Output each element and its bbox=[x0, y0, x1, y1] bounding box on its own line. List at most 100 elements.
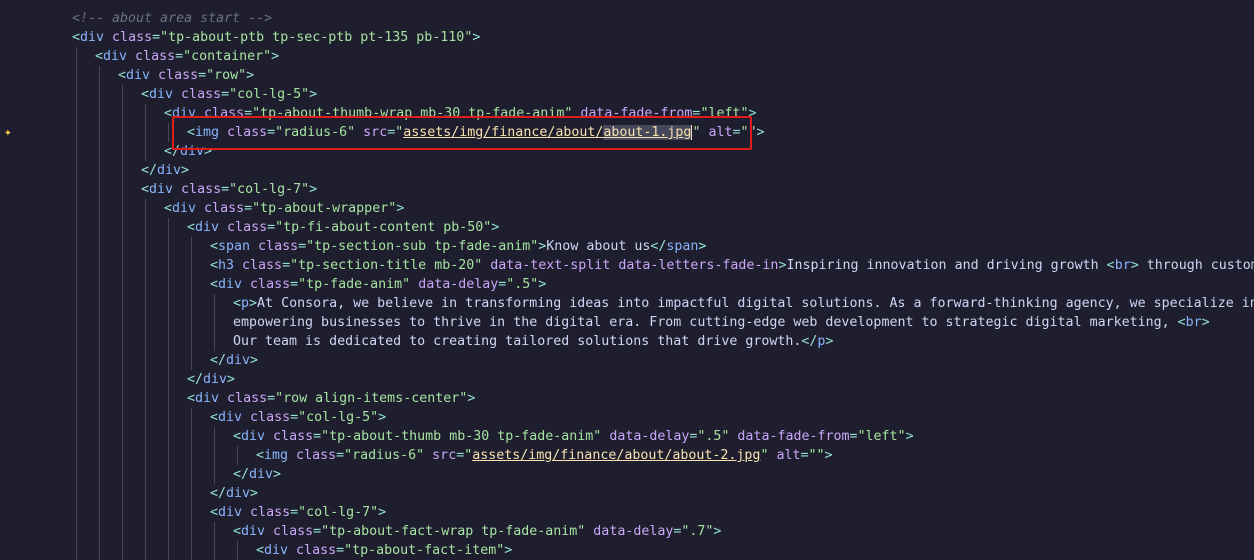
code-token: > bbox=[309, 87, 318, 102]
code-token: div bbox=[103, 49, 128, 64]
code-token: = bbox=[244, 201, 253, 216]
code-token: ".5" bbox=[697, 429, 730, 444]
code-token: "tp-about-fact-wrap tp-fade-anim" bbox=[321, 524, 586, 539]
indent-guide bbox=[214, 522, 215, 560]
code-token: = bbox=[298, 239, 307, 254]
code-line[interactable]: </div> bbox=[210, 484, 258, 503]
code-line[interactable]: </div> bbox=[210, 351, 258, 370]
code-token: < bbox=[233, 429, 242, 444]
code-line[interactable]: Our team is dedicated to creating tailor… bbox=[233, 332, 833, 351]
code-token: "tp-about-fact-item" bbox=[344, 543, 505, 558]
indent-guide bbox=[168, 123, 169, 142]
indent-guide bbox=[145, 104, 146, 161]
code-token: ".7" bbox=[681, 524, 714, 539]
code-token: "row align-items-center" bbox=[275, 391, 468, 406]
code-line[interactable]: </div> bbox=[233, 465, 281, 484]
code-token: > bbox=[227, 372, 236, 387]
code-line[interactable]: <div class="tp-fade-anim" data-delay=".5… bbox=[210, 275, 546, 294]
code-token: </ bbox=[210, 486, 227, 501]
code-token: div bbox=[249, 467, 274, 482]
code-token: = bbox=[849, 429, 858, 444]
code-token: = bbox=[313, 524, 322, 539]
code-line[interactable]: </div> bbox=[141, 161, 189, 180]
indent-guide bbox=[99, 66, 100, 560]
code-line[interactable]: <div class="tp-fi-about-content pb-50"> bbox=[187, 218, 499, 237]
code-token: = bbox=[152, 30, 161, 45]
indent-guide bbox=[237, 446, 238, 465]
code-token: h3 bbox=[218, 258, 235, 273]
code-line[interactable]: <div class="tp-about-ptb tp-sec-ptb pt-1… bbox=[72, 28, 480, 47]
code-token: > bbox=[472, 30, 481, 45]
code-token: > bbox=[273, 467, 282, 482]
code-token: > bbox=[250, 353, 259, 368]
code-token: > bbox=[491, 220, 500, 235]
code-token: div bbox=[226, 353, 251, 368]
code-token: = bbox=[267, 220, 276, 235]
code-token: = bbox=[313, 429, 322, 444]
code-line[interactable]: <p>At Consora, we believe in transformin… bbox=[233, 294, 1254, 313]
code-token: < bbox=[141, 182, 150, 197]
indent-guide bbox=[122, 85, 123, 560]
code-token: < bbox=[118, 68, 127, 83]
code-token: div bbox=[218, 410, 243, 425]
code-token: > bbox=[1130, 258, 1139, 273]
code-token: < bbox=[210, 410, 219, 425]
file-path-link[interactable]: assets/img/finance/about/about-2.jpg bbox=[472, 448, 760, 463]
code-line[interactable]: <div class="col-lg-5"> bbox=[210, 408, 386, 427]
code-token: "col-lg-5" bbox=[229, 87, 310, 102]
code-token: "tp-about-ptb tp-sec-ptb pt-135 pb-110" bbox=[160, 30, 473, 45]
code-token: <!-- about area start --> bbox=[72, 11, 273, 26]
code-line[interactable]: empowering businesses to thrive in the d… bbox=[233, 313, 1210, 332]
code-token: < bbox=[187, 391, 196, 406]
code-token: < bbox=[164, 201, 173, 216]
code-line[interactable]: <div class="tp-about-fact-wrap tp-fade-a… bbox=[233, 522, 721, 541]
code-line[interactable]: <!-- about area start --> bbox=[72, 9, 272, 28]
code-token: br bbox=[1185, 315, 1202, 330]
code-token: div bbox=[218, 505, 243, 520]
code-token: < bbox=[233, 296, 242, 311]
code-line[interactable]: <div class="container"> bbox=[95, 47, 279, 66]
code-line[interactable]: <div class="tp-about-thumb mb-30 tp-fade… bbox=[233, 427, 914, 446]
code-token: > bbox=[713, 524, 722, 539]
code-token: < bbox=[233, 524, 242, 539]
code-token: > bbox=[181, 163, 190, 178]
code-line[interactable]: </div> bbox=[187, 370, 235, 389]
code-editor[interactable]: ✦ <!-- about area start --> <div class="t… bbox=[0, 0, 1254, 560]
code-token: < bbox=[141, 87, 150, 102]
code-token: "radius-6" bbox=[344, 448, 425, 463]
code-line[interactable]: <div class="row align-items-center"> bbox=[187, 389, 475, 408]
code-token: > bbox=[378, 505, 387, 520]
code-token: > bbox=[378, 410, 387, 425]
code-line[interactable]: <div class="col-lg-7"> bbox=[141, 180, 317, 199]
code-token: br bbox=[1114, 258, 1131, 273]
code-token: < bbox=[164, 106, 173, 121]
code-line[interactable]: <div class="tp-about-wrapper"> bbox=[164, 199, 404, 218]
code-token: data-text-split data-letters-fade-in bbox=[482, 258, 779, 273]
code-token: class bbox=[242, 505, 291, 520]
code-token: class bbox=[234, 258, 283, 273]
indent-guide bbox=[214, 427, 215, 484]
code-token: div bbox=[126, 68, 151, 83]
code-line[interactable]: <img class="radius-6" src="assets/img/fi… bbox=[256, 446, 833, 465]
code-token: = bbox=[198, 68, 207, 83]
code-line[interactable]: <div class="tp-about-fact-item"> bbox=[256, 541, 512, 560]
indent-guide bbox=[76, 47, 77, 560]
code-token: class bbox=[250, 239, 299, 254]
code-token: div bbox=[157, 163, 182, 178]
code-line[interactable]: <div class="row"> bbox=[118, 66, 254, 85]
code-line[interactable]: <div class="col-lg-5"> bbox=[141, 85, 317, 104]
code-token: = bbox=[336, 543, 345, 558]
code-line[interactable]: <h3 class="tp-section-title mb-20" data-… bbox=[210, 256, 1254, 275]
code-token: < bbox=[72, 30, 81, 45]
code-token: class bbox=[242, 277, 291, 292]
code-token: alt bbox=[768, 448, 801, 463]
code-line[interactable]: <div class="col-lg-7"> bbox=[210, 503, 386, 522]
code-token: </ bbox=[141, 163, 158, 178]
code-token: = bbox=[290, 410, 299, 425]
sparkle-icon[interactable]: ✦ bbox=[4, 125, 12, 140]
code-token: data-delay bbox=[585, 524, 674, 539]
code-token: "tp-fade-anim" bbox=[298, 277, 411, 292]
code-token: > bbox=[249, 296, 258, 311]
code-line[interactable]: <span class="tp-section-sub tp-fade-anim… bbox=[210, 237, 706, 256]
code-token: > bbox=[504, 543, 513, 558]
